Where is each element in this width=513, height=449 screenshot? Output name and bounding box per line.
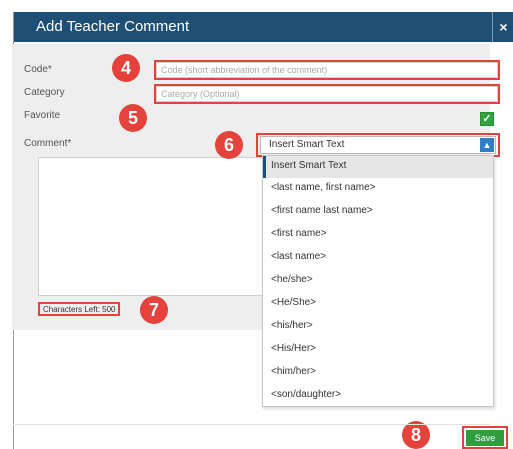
dropdown-option[interactable]: <him/her> bbox=[263, 362, 493, 384]
dropdown-option[interactable]: <He/She> bbox=[263, 293, 493, 315]
code-label: Code* bbox=[24, 64, 52, 75]
dialog-titlebar: Add Teacher Comment × bbox=[14, 12, 513, 42]
favorite-checkbox[interactable]: ✓ bbox=[480, 112, 494, 126]
dropdown-option[interactable]: <first name> bbox=[263, 224, 493, 246]
dropdown-option[interactable]: <first name last name> bbox=[263, 201, 493, 223]
annotation-marker-4: 4 bbox=[112, 54, 140, 82]
dropdown-option[interactable]: <last name, first name> bbox=[263, 178, 493, 200]
annotation-marker-6: 6 bbox=[215, 131, 243, 159]
smart-text-dropdown: Insert Smart Text <last name, first name… bbox=[262, 155, 494, 407]
dropdown-option[interactable]: <he/she> bbox=[263, 270, 493, 292]
dropdown-option[interactable]: <His/Her> bbox=[263, 339, 493, 361]
dropdown-option[interactable]: <his/her> bbox=[263, 316, 493, 338]
smart-text-select[interactable]: Insert Smart Text ▲ bbox=[260, 136, 496, 154]
footer-divider bbox=[12, 424, 490, 425]
dropdown-option[interactable]: Insert Smart Text bbox=[263, 156, 493, 178]
favorite-label: Favorite bbox=[24, 110, 61, 121]
chevron-up-icon[interactable]: ▲ bbox=[480, 138, 494, 152]
save-button[interactable]: Save bbox=[466, 430, 504, 446]
category-label: Category bbox=[24, 87, 65, 98]
smart-text-select-value: Insert Smart Text bbox=[269, 139, 345, 150]
dropdown-option[interactable]: <last name> bbox=[263, 247, 493, 269]
page-background bbox=[0, 0, 513, 12]
dropdown-option[interactable]: <son/daughter> bbox=[263, 385, 493, 407]
comment-label: Comment* bbox=[24, 138, 72, 149]
code-input[interactable]: Code (short abbreviation of the comment) bbox=[156, 62, 498, 78]
category-input[interactable]: Category (Optional) bbox=[156, 86, 498, 102]
annotation-marker-5: 5 bbox=[119, 104, 147, 132]
check-icon: ✓ bbox=[482, 113, 492, 125]
characters-left-counter: Characters Left: 500 bbox=[38, 302, 121, 316]
close-icon: × bbox=[499, 19, 508, 35]
annotation-marker-8: 8 bbox=[402, 421, 430, 449]
dialog-title: Add Teacher Comment bbox=[36, 18, 190, 35]
comment-textarea[interactable] bbox=[38, 157, 290, 296]
annotation-marker-7: 7 bbox=[140, 296, 168, 324]
close-button[interactable]: × bbox=[492, 12, 513, 42]
